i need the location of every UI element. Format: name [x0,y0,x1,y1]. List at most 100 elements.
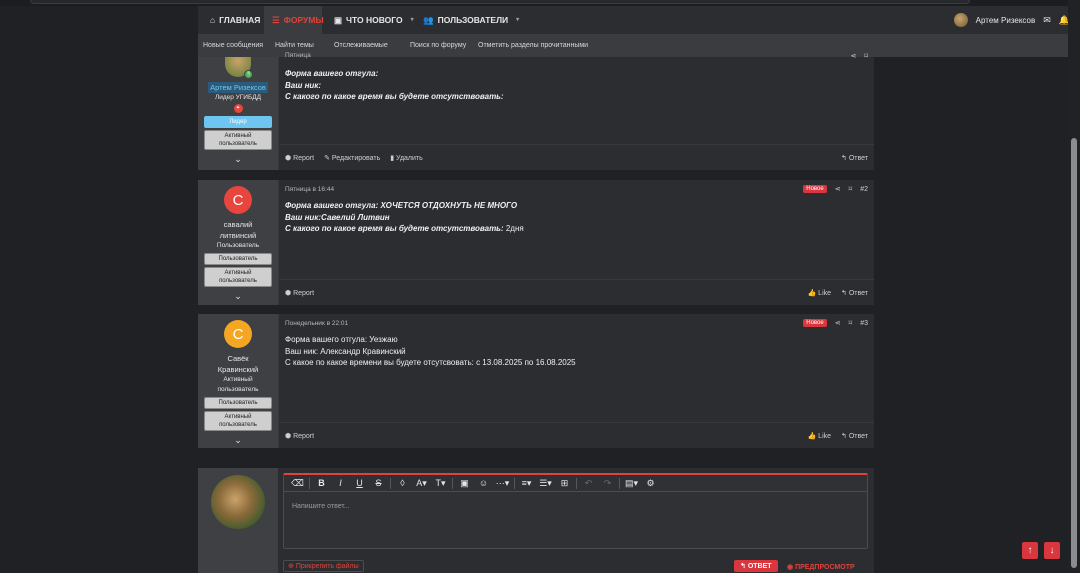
redo-icon[interactable]: ↷ [598,478,617,489]
report-icon: ⬢ [285,155,294,162]
italic-icon[interactable]: I [331,478,350,488]
report-button[interactable]: ⬢ Report [285,154,314,162]
chevron-down-icon[interactable]: ⌄ [234,291,242,302]
arrow-up-icon: ↑ [1027,545,1033,556]
submit-reply-button[interactable]: ↰ ОТВЕТ [734,560,778,572]
post-user-panel: C савалий литвинсий Пользователь Пользов… [198,180,278,305]
bookmark-icon[interactable]: ⌑ [864,52,868,60]
post-number[interactable]: #2 [860,186,868,193]
scrollbar[interactable] [1068,0,1080,573]
like-button[interactable]: 👍 Like [808,432,832,440]
share-icon[interactable]: ⋖ [835,185,841,193]
align-icon[interactable]: ≡▾ [517,478,536,489]
post-number[interactable]: #3 [860,320,868,327]
address-bar[interactable] [30,0,970,4]
post-content: Понедельник в 22:01 Новое ⋖ ⌑ #3 Форма в… [278,314,874,448]
bold-icon[interactable]: B [312,478,331,488]
paperclip-icon: ⊕ [288,563,296,570]
image-icon[interactable]: ▣ [455,478,474,489]
settings-icon[interactable]: ⚙ [641,478,660,489]
post: C савалий литвинсий Пользователь Пользов… [198,180,874,305]
reply-placeholder[interactable]: Напишите ответ... [292,503,350,510]
save-draft-icon[interactable]: ▤▾ [622,478,641,489]
bookmark-icon[interactable]: ⌑ [849,319,853,327]
new-badge: Новое [803,319,827,327]
scroll-bottom-button[interactable]: ↓ [1044,542,1060,559]
post-user-panel: C Савёк Кравинский Активный пользователь… [198,314,278,448]
color-drop-icon[interactable]: ◊ [393,478,412,488]
subnav-watched[interactable]: Отслеживаемые [334,34,388,57]
home-icon: ⌂ [210,15,216,25]
post-date[interactable]: Понедельник в 22:01 [285,320,348,327]
report-button[interactable]: ⬢ Report [285,432,314,440]
avatar[interactable]: § [225,57,253,79]
chevron-down-icon[interactable]: ⌄ [234,154,242,165]
reply-button[interactable]: ↰ Ответ [841,154,868,162]
post-author-title: Лидер УГИБДД [214,94,262,101]
post-author-title: Пользователь [216,242,260,249]
avatar[interactable]: C [224,320,252,348]
post-author[interactable]: савалий литвинсий [208,219,268,241]
chevron-down-icon[interactable]: ⌄ [234,435,242,446]
reply-icon: ↰ [841,155,849,162]
nav-home[interactable]: ⌂ ГЛАВНАЯ [202,6,268,34]
nav-whats-new[interactable]: ▣ ЧТО НОВОГО ▾ [326,6,422,34]
preview-button[interactable]: ◉ ПРЕДПРОСМОТР [787,563,855,571]
role-badge: Активный пользователь [204,130,272,150]
delete-button[interactable]: ▮ Удалить [390,154,423,162]
table-icon[interactable]: ⊞ [555,478,574,489]
post-author[interactable]: Савёк Кравинский [208,353,268,375]
scroll-top-button[interactable]: ↑ [1022,542,1038,559]
font-icon[interactable]: A▾ [412,478,431,489]
attach-files-button[interactable]: ⊕ Прикрепить файлы [283,560,364,572]
post-footer: ⬢ Report ✎ Редактировать ▮ Удалить ↰ Отв… [279,144,874,170]
post-body: Форма вашего отгула: ХОЧЕТСЯ ОТДОХНУТЬ Н… [285,201,524,233]
reply-button[interactable]: ↰ Ответ [841,289,868,297]
font-size-icon[interactable]: T▾ [431,478,450,489]
post-date[interactable]: Пятница [285,52,311,59]
sub-navbar: Новые сообщения Найти темы Отслеживаемые… [198,34,1074,57]
bookmark-icon[interactable]: ⌑ [849,185,853,193]
eraser-icon[interactable]: ⌫ [288,478,307,489]
subnav-search[interactable]: Поиск по форуму [410,34,466,57]
share-icon[interactable]: ⋖ [835,319,841,327]
edit-icon: ✎ [324,155,332,162]
report-button[interactable]: ⬢ Report [285,289,314,297]
post-user-panel: § Артем Ризексов Лидер УГИБДД ✦ Лидер Ак… [198,57,278,170]
list-icon[interactable]: ☰▾ [536,478,555,489]
avatar[interactable] [211,475,265,529]
nav-username[interactable]: Артем Ризексов [976,16,1036,25]
post-content: Пятница в 16:44 Новое ⋖ ⌑ #2 Форма вашег… [278,180,874,305]
strikethrough-icon[interactable]: S [369,478,388,488]
role-badge: Активный пользователь [204,267,272,287]
post-author[interactable]: Артем Ризексов [208,82,268,93]
post-date[interactable]: Пятница в 16:44 [285,186,334,193]
avatar[interactable] [953,13,968,27]
like-button[interactable]: 👍 Like [808,289,832,297]
subnav-new-posts[interactable]: Новые сообщения [203,34,263,57]
avatar[interactable]: C [224,186,252,214]
post: § Артем Ризексов Лидер УГИБДД ✦ Лидер Ак… [198,52,874,170]
main-navbar: ⌂ ГЛАВНАЯ ☰ ФОРУМЫ ▣ ЧТО НОВОГО ▾ 👥 ПОЛЬ… [198,6,1074,34]
nav-users[interactable]: 👥 ПОЛЬЗОВАТЕЛИ ▾ [415,6,527,34]
post-footer: ⬢ Report 👍 Like ↰ Ответ [279,422,874,448]
post-actions: Новое ⋖ ⌑ #2 [803,185,868,193]
share-icon[interactable]: ⋖ [851,52,857,60]
reply-button[interactable]: ↰ Ответ [841,432,868,440]
edit-button[interactable]: ✎ Редактировать [324,154,380,162]
reply-user-panel [198,468,278,573]
emoji-icon[interactable]: ☺ [474,478,493,488]
underline-icon[interactable]: U [350,478,369,488]
nav-forums[interactable]: ☰ ФОРУМЫ [264,6,324,34]
subnav-mark-read[interactable]: Отметить разделы прочитанными [478,34,588,57]
mail-icon[interactable]: ✉ [1043,15,1051,26]
editor-toolbar: ⌫ B I U S ◊ A▾ T▾ ▣ ☺ ⋯▾ ≡▾ ☰▾ ⊞ ↶ ↷ ▤▾ … [284,475,867,492]
reply-editor-area: ⌫ B I U S ◊ A▾ T▾ ▣ ☺ ⋯▾ ≡▾ ☰▾ ⊞ ↶ ↷ ▤▾ … [278,468,874,573]
reply-editor[interactable]: ⌫ B I U S ◊ A▾ T▾ ▣ ☺ ⋯▾ ≡▾ ☰▾ ⊞ ↶ ↷ ▤▾ … [283,473,868,549]
role-badge: Пользователь [204,397,272,409]
undo-icon[interactable]: ↶ [579,478,598,489]
reply-box: ⌫ B I U S ◊ A▾ T▾ ▣ ☺ ⋯▾ ≡▾ ☰▾ ⊞ ↶ ↷ ▤▾ … [198,468,874,573]
more-icon[interactable]: ⋯▾ [493,478,512,489]
news-icon: ▣ [334,15,343,25]
scrollbar-thumb[interactable] [1071,138,1077,568]
